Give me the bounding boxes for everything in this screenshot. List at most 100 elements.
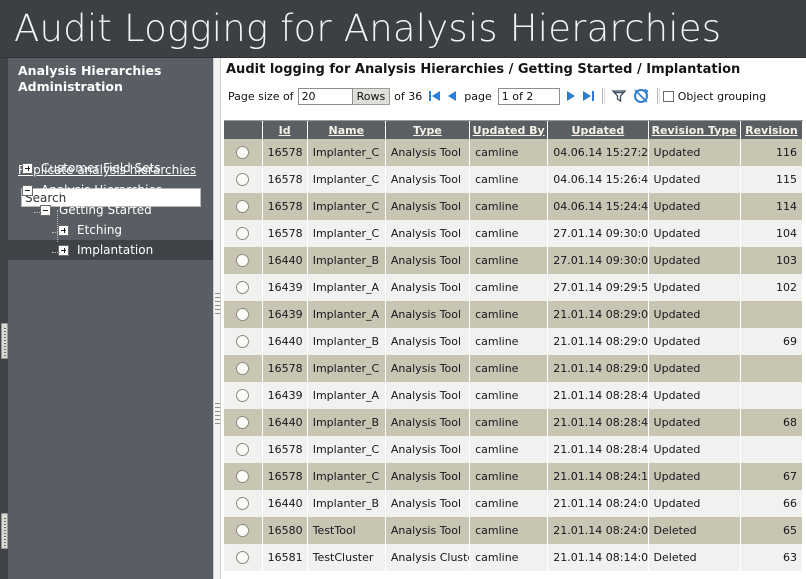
tree-item-implantation[interactable]: Implantation xyxy=(8,240,213,260)
table-row[interactable]: 16581TestClusterAnalysis Clustercamline2… xyxy=(224,544,803,571)
column-header-select[interactable] xyxy=(224,121,262,139)
table-row[interactable]: 16439Implanter_AAnalysis Toolcamline27.0… xyxy=(224,274,803,301)
cell-updated-by: camline xyxy=(470,355,548,382)
table-row[interactable]: 16440Implanter_BAnalysis Toolcamline27.0… xyxy=(224,247,803,274)
cell-revision-type: Updated xyxy=(648,220,740,247)
toolbar-separator-2 xyxy=(657,88,658,104)
row-select-cell[interactable] xyxy=(224,382,262,409)
row-radio-button[interactable] xyxy=(236,281,249,294)
row-select-cell[interactable] xyxy=(224,544,262,571)
grid-toolbar: Page size of Rows of 36 page xyxy=(224,84,804,108)
table-row[interactable]: 16580TestToolAnalysis Toolcamline21.01.1… xyxy=(224,517,803,544)
cell-id: 16439 xyxy=(262,382,307,409)
row-radio-button[interactable] xyxy=(236,146,249,159)
table-row[interactable]: 16578Implanter_CAnalysis Toolcamline21.0… xyxy=(224,436,803,463)
row-radio-button[interactable] xyxy=(236,254,249,267)
cell-name: Implanter_C xyxy=(307,193,385,220)
row-select-cell[interactable] xyxy=(224,247,262,274)
sidebar-title: Analysis Hierarchies Administration xyxy=(18,63,208,95)
page-size-label: Page size of xyxy=(228,90,294,103)
row-radio-button[interactable] xyxy=(236,362,249,375)
row-select-cell[interactable] xyxy=(224,355,262,382)
object-grouping-checkbox[interactable] xyxy=(663,91,674,102)
row-select-cell[interactable] xyxy=(224,517,262,544)
row-select-cell[interactable] xyxy=(224,436,262,463)
left-rail-splitter-grip-bottom[interactable] xyxy=(1,513,8,549)
table-row[interactable]: 16440Implanter_BAnalysis Toolcamline21.0… xyxy=(224,490,803,517)
tree-item-etching[interactable]: Etching xyxy=(8,220,213,240)
table-row[interactable]: 16440Implanter_BAnalysis Toolcamline21.0… xyxy=(224,328,803,355)
column-header-updated-by[interactable]: Updated By xyxy=(470,121,548,139)
first-page-button[interactable] xyxy=(427,88,442,104)
row-select-cell[interactable] xyxy=(224,490,262,517)
tree-item-customer-field-sets[interactable]: Customer Field Sets xyxy=(8,158,213,178)
cell-updated-by: camline xyxy=(470,247,548,274)
row-radio-button[interactable] xyxy=(236,416,249,429)
cell-updated-by: camline xyxy=(470,544,548,571)
cell-type: Analysis Tool xyxy=(385,382,469,409)
table-row[interactable]: 16439Implanter_AAnalysis Toolcamline21.0… xyxy=(224,382,803,409)
next-page-button[interactable] xyxy=(564,88,579,104)
column-header-revision[interactable]: Revision xyxy=(740,121,802,139)
table-row[interactable]: 16440Implanter_BAnalysis Toolcamline21.0… xyxy=(224,409,803,436)
expand-plus-icon[interactable] xyxy=(22,163,33,174)
column-header-type[interactable]: Type xyxy=(385,121,469,139)
cell-updated-by: camline xyxy=(470,301,548,328)
cell-id: 16578 xyxy=(262,139,307,166)
row-select-cell[interactable] xyxy=(224,409,262,436)
table-row[interactable]: 16578Implanter_CAnalysis Toolcamline04.0… xyxy=(224,193,803,220)
row-radio-button[interactable] xyxy=(236,200,249,213)
row-radio-button[interactable] xyxy=(236,497,249,510)
row-select-cell[interactable] xyxy=(224,274,262,301)
cell-revision: 66 xyxy=(740,490,802,517)
splitter-grip-bottom[interactable] xyxy=(215,403,220,425)
column-header-revision-type[interactable]: Revision Type xyxy=(648,121,740,139)
row-select-cell[interactable] xyxy=(224,166,262,193)
row-radio-button[interactable] xyxy=(236,389,249,402)
sidebar-splitter[interactable] xyxy=(213,58,221,579)
row-radio-button[interactable] xyxy=(236,551,249,564)
tree-item-analysis-hierarchies[interactable]: Analysis Hierarchies xyxy=(8,180,213,200)
row-radio-button[interactable] xyxy=(236,470,249,483)
filter-funnel-icon[interactable] xyxy=(610,87,628,105)
row-radio-button[interactable] xyxy=(236,335,249,348)
cell-id: 16578 xyxy=(262,436,307,463)
cell-id: 16580 xyxy=(262,517,307,544)
row-radio-button[interactable] xyxy=(236,524,249,537)
row-select-cell[interactable] xyxy=(224,193,262,220)
table-row[interactable]: 16578Implanter_CAnalysis Toolcamline04.0… xyxy=(224,139,803,166)
cell-revision: 65 xyxy=(740,517,802,544)
row-radio-button[interactable] xyxy=(236,308,249,321)
column-header-updated[interactable]: Updated xyxy=(548,121,648,139)
audit-log-grid[interactable]: IdNameTypeUpdated ByUpdatedRevision Type… xyxy=(224,120,803,579)
table-row[interactable]: 16439Implanter_AAnalysis Toolcamline21.0… xyxy=(224,301,803,328)
table-row[interactable]: 16578Implanter_CAnalysis Toolcamline04.0… xyxy=(224,166,803,193)
cell-updated-by: camline xyxy=(470,409,548,436)
tree-item-getting-started[interactable]: Getting Started xyxy=(8,200,213,220)
cell-name: Implanter_C xyxy=(307,436,385,463)
previous-page-button[interactable] xyxy=(444,88,459,104)
table-row[interactable]: 16578Implanter_CAnalysis Toolcamline21.0… xyxy=(224,355,803,382)
row-radio-button[interactable] xyxy=(236,443,249,456)
row-select-cell[interactable] xyxy=(224,139,262,166)
table-row[interactable]: 16578Implanter_CAnalysis Toolcamline27.0… xyxy=(224,220,803,247)
last-page-button[interactable] xyxy=(581,88,596,104)
rows-button[interactable]: Rows xyxy=(353,88,391,105)
row-select-cell[interactable] xyxy=(224,328,262,355)
row-select-cell[interactable] xyxy=(224,301,262,328)
page-number-input[interactable] xyxy=(498,88,560,105)
page-size-input[interactable] xyxy=(298,88,353,105)
column-header-id[interactable]: Id xyxy=(262,121,307,139)
splitter-grip-top[interactable] xyxy=(215,293,220,315)
row-select-cell[interactable] xyxy=(224,220,262,247)
row-radio-button[interactable] xyxy=(236,227,249,240)
table-row[interactable]: 16578Implanter_CAnalysis Toolcamline21.0… xyxy=(224,463,803,490)
refresh-icon[interactable] xyxy=(632,87,650,105)
collapse-minus-icon[interactable] xyxy=(22,185,33,196)
cell-revision-type: Updated xyxy=(648,301,740,328)
column-header-name[interactable]: Name xyxy=(307,121,385,139)
row-radio-button[interactable] xyxy=(236,173,249,186)
row-select-cell[interactable] xyxy=(224,463,262,490)
cell-updated-by: camline xyxy=(470,166,548,193)
left-rail-splitter-grip-top[interactable] xyxy=(1,323,8,359)
